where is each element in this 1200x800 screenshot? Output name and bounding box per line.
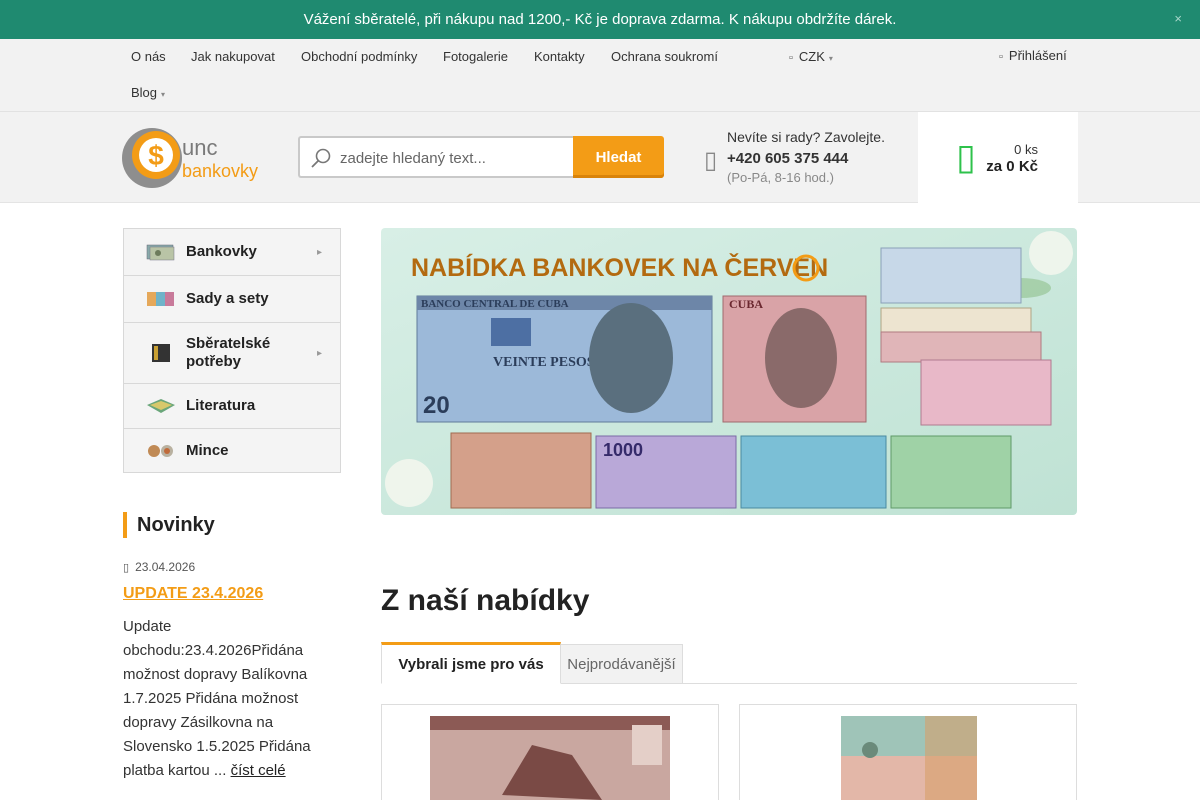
currency-icon: ▫ — [789, 52, 793, 64]
tab-vybrali-jsme-pro-vas[interactable]: Vybrali jsme pro vás — [381, 642, 561, 684]
nav-link-jak-nakupovat[interactable]: Jak nakupovat — [191, 49, 275, 64]
category-label: Literatura — [186, 397, 256, 414]
login-link[interactable]: ▫ Přihlášení — [999, 48, 1067, 63]
banknote-icon — [146, 244, 175, 261]
svg-text:$: $ — [148, 140, 164, 171]
product-image — [841, 716, 977, 800]
news-excerpt-text: Update obchodu:23.4.2026Přidána možnost … — [123, 618, 311, 779]
cart-count: 0 ks — [1014, 142, 1038, 157]
chevron-down-icon: ▾ — [161, 90, 166, 99]
news-title: Novinky — [123, 512, 215, 538]
nav-link-ochrana-soukromi[interactable]: Ochrana soukromí — [611, 49, 718, 64]
phone-question: Nevíte si rady? Zavolejte. — [727, 129, 885, 145]
currency-selector[interactable]: ▫ CZK ▾ — [789, 49, 833, 64]
search-form: Hledat — [298, 136, 664, 178]
phone-hours: (Po-Pá, 8-16 hod.) — [727, 170, 834, 185]
currency-label: CZK — [798, 49, 825, 64]
cart-widget[interactable]: ▯ 0 ks za 0 Kč — [918, 112, 1078, 203]
promo-banner[interactable]: NABÍDKA BANKOVEK NA ČERVEN BANCO CENTRAL… — [381, 228, 1077, 515]
tab-nejprodavanejsi[interactable]: Nejprodávanější — [561, 644, 683, 684]
nav-link-fotogalerie[interactable]: Fotogalerie — [443, 49, 508, 64]
nav-link-obchodni-podminky[interactable]: Obchodní podmínky — [301, 49, 417, 64]
product-card[interactable] — [739, 704, 1077, 800]
site-header: $ unc bankovky Hledat ▯ Nevíte si rady? … — [0, 112, 1200, 203]
product-card[interactable] — [381, 704, 719, 800]
search-field — [298, 136, 574, 178]
product-image — [430, 716, 670, 800]
coin-icon — [148, 444, 173, 457]
offer-tabs: Vybrali jsme pro vás Nejprodávanější — [381, 642, 1077, 684]
nav-link-o-nas[interactable]: O nás — [131, 49, 166, 64]
search-icon — [311, 148, 331, 168]
search-button[interactable]: Hledat — [573, 136, 664, 178]
nav-link-blog[interactable]: Blog ▾ — [131, 85, 165, 100]
cart-total: za 0 Kč — [986, 158, 1038, 175]
logo-text-top: unc — [182, 135, 217, 160]
banner-note-label: 1000 — [603, 440, 643, 460]
close-icon[interactable]: × — [1174, 11, 1182, 26]
logo-mark: $ unc bankovky — [122, 128, 258, 188]
site-logo[interactable]: $ unc bankovky — [122, 125, 262, 191]
category-item-bankovky[interactable]: Bankovky ▸ — [124, 229, 340, 276]
announcement-bar: Vážení sběratelé, při nákupu nad 1200,- … — [0, 0, 1200, 39]
category-item-literatura[interactable]: Literatura — [124, 384, 340, 429]
news-date-text: 23.04.2026 — [135, 560, 196, 574]
logo-text-bottom: bankovky — [182, 161, 258, 181]
news-date: ▯ 23.04.2026 — [123, 560, 195, 574]
category-item-sady-a-sety[interactable]: Sady a sety — [124, 276, 340, 323]
offer-title: Z naší nabídky — [381, 584, 590, 617]
banner-image: NABÍDKA BANKOVEK NA ČERVEN BANCO CENTRAL… — [381, 228, 1077, 515]
news-excerpt: Update obchodu:23.4.2026Přidána možnost … — [123, 615, 323, 783]
read-more-link[interactable]: číst celé — [231, 762, 286, 779]
login-label: Přihlášení — [1008, 48, 1067, 63]
category-label: Bankovky — [186, 243, 257, 260]
banknote-set-icon — [147, 292, 174, 306]
category-item-mince[interactable]: Mince — [124, 429, 340, 472]
chevron-right-icon: ▸ — [316, 347, 322, 359]
album-icon — [152, 344, 170, 362]
cart-icon: ▯ — [956, 136, 976, 177]
chevron-right-icon: ▸ — [316, 246, 322, 258]
category-item-sberatelske-potreby[interactable]: Sběratelské potřeby ▸ — [124, 323, 340, 384]
announcement-text: Vážení sběratelé, při nákupu nad 1200,- … — [303, 11, 897, 28]
category-label: Sběratelské potřeby — [186, 335, 271, 370]
category-menu: Bankovky ▸ Sady a sety Sběratelské potře… — [123, 228, 341, 473]
phone-icon: ▯ — [704, 147, 718, 174]
blog-label: Blog — [131, 85, 158, 100]
banner-note-label: BANCO CENTRAL DE CUBA — [421, 298, 569, 310]
banner-heading: NABÍDKA BANKOVEK NA ČERVEN — [411, 252, 828, 282]
chevron-down-icon: ▾ — [828, 54, 833, 63]
search-input[interactable] — [340, 146, 568, 170]
calendar-icon: ▯ — [123, 562, 130, 574]
phone-number[interactable]: +420 605 375 444 — [727, 150, 848, 167]
user-icon: ▫ — [999, 51, 1003, 63]
svg-text:20: 20 — [423, 392, 450, 419]
banner-note-label: VEINTE PESOS — [493, 355, 595, 370]
top-navigation: O nás Jak nakupovat Obchodní podmínky Fo… — [0, 39, 1200, 112]
news-headline-link[interactable]: UPDATE 23.4.2026 — [123, 585, 263, 603]
category-label: Mince — [186, 441, 229, 459]
category-label: Sady a sety — [186, 290, 269, 307]
book-icon — [147, 399, 175, 413]
nav-link-kontakty[interactable]: Kontakty — [534, 49, 585, 64]
banner-note-label: CUBA — [729, 297, 763, 311]
